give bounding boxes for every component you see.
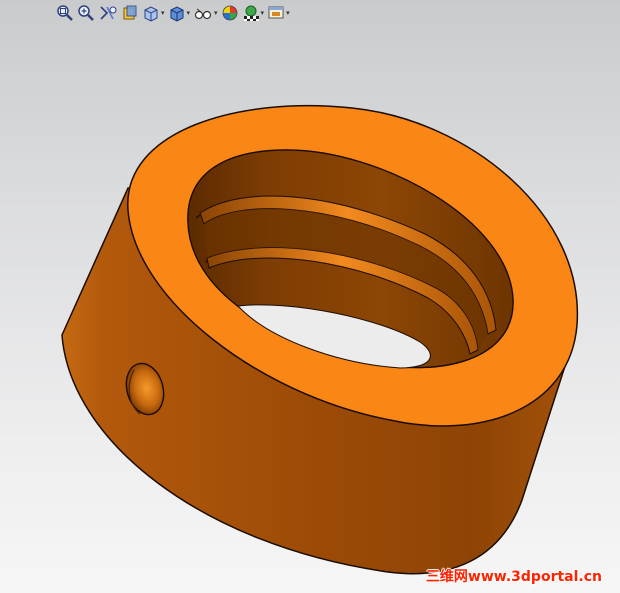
graphics-area[interactable]: ▾ ▾ ▾ ▾ ▾ 三维网www.3dportal.cn [0,0,620,593]
part-model-view[interactable] [0,0,620,593]
watermark-text: 三维网www.3dportal.cn [425,569,602,585]
